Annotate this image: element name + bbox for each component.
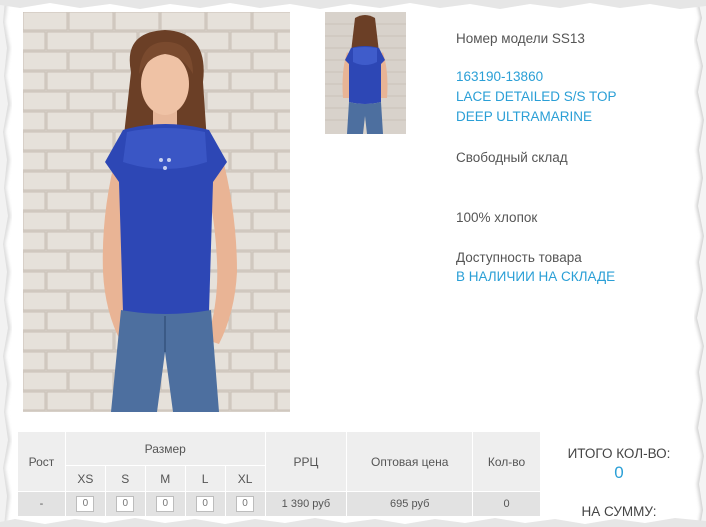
- composition: 100% хлопок: [456, 210, 538, 225]
- header-height: Рост: [17, 431, 66, 492]
- total-qty-label: ИТОГО КОЛ-ВО:: [567, 446, 671, 461]
- warehouse-type: Свободный склад: [456, 150, 568, 165]
- rrp-value: 1 390 руб: [264, 491, 348, 517]
- order-table: Рост Размер РРЦ Оптовая цена Кол-во XS S…: [17, 431, 541, 517]
- qty-input-l[interactable]: 0: [196, 496, 215, 512]
- size-m: M: [144, 465, 186, 492]
- article-number[interactable]: 163190-13860: [456, 67, 543, 87]
- total-sum-label: НА СУММУ:: [581, 504, 657, 519]
- size-l: L: [184, 465, 226, 492]
- qty-input-xs[interactable]: 0: [76, 496, 95, 512]
- height-value: -: [17, 491, 66, 517]
- availability-label: Доступность товара: [456, 250, 582, 265]
- row-qty-value: 0: [472, 491, 541, 517]
- model-number: Номер модели SS13: [456, 31, 585, 46]
- qty-input-s[interactable]: 0: [116, 496, 135, 512]
- thumbnail-illustration: [325, 12, 406, 134]
- qty-input-xl[interactable]: 0: [236, 496, 255, 512]
- qty-input-m[interactable]: 0: [156, 496, 175, 512]
- header-qty: Кол-во: [472, 431, 541, 492]
- header-size: Размер: [64, 431, 266, 466]
- size-xs: XS: [64, 465, 106, 492]
- table-row: - 0 0 0 0 0 1 390 руб 695 руб 0: [17, 491, 541, 517]
- wholesale-value: 695 руб: [346, 491, 474, 517]
- header-rrp: РРЦ: [264, 431, 348, 492]
- size-xl: XL: [224, 465, 266, 492]
- total-qty-value: 0: [614, 463, 624, 482]
- header-wholesale-price: Оптовая цена: [346, 431, 474, 492]
- availability-status: В НАЛИЧИИ НА СКЛАДЕ: [456, 269, 616, 284]
- size-s: S: [104, 465, 146, 492]
- order-totals: ИТОГО КОЛ-ВО: 0 НА СУММУ:: [548, 446, 690, 519]
- product-name-line2[interactable]: DEEP ULTRAMARINE: [456, 107, 592, 127]
- main-product-photo[interactable]: [23, 12, 290, 412]
- product-name-line1[interactable]: LACE DETAILED S/S TOP: [456, 87, 617, 107]
- thumbnail-back-view[interactable]: [325, 12, 406, 134]
- model-photo-illustration: [23, 12, 290, 412]
